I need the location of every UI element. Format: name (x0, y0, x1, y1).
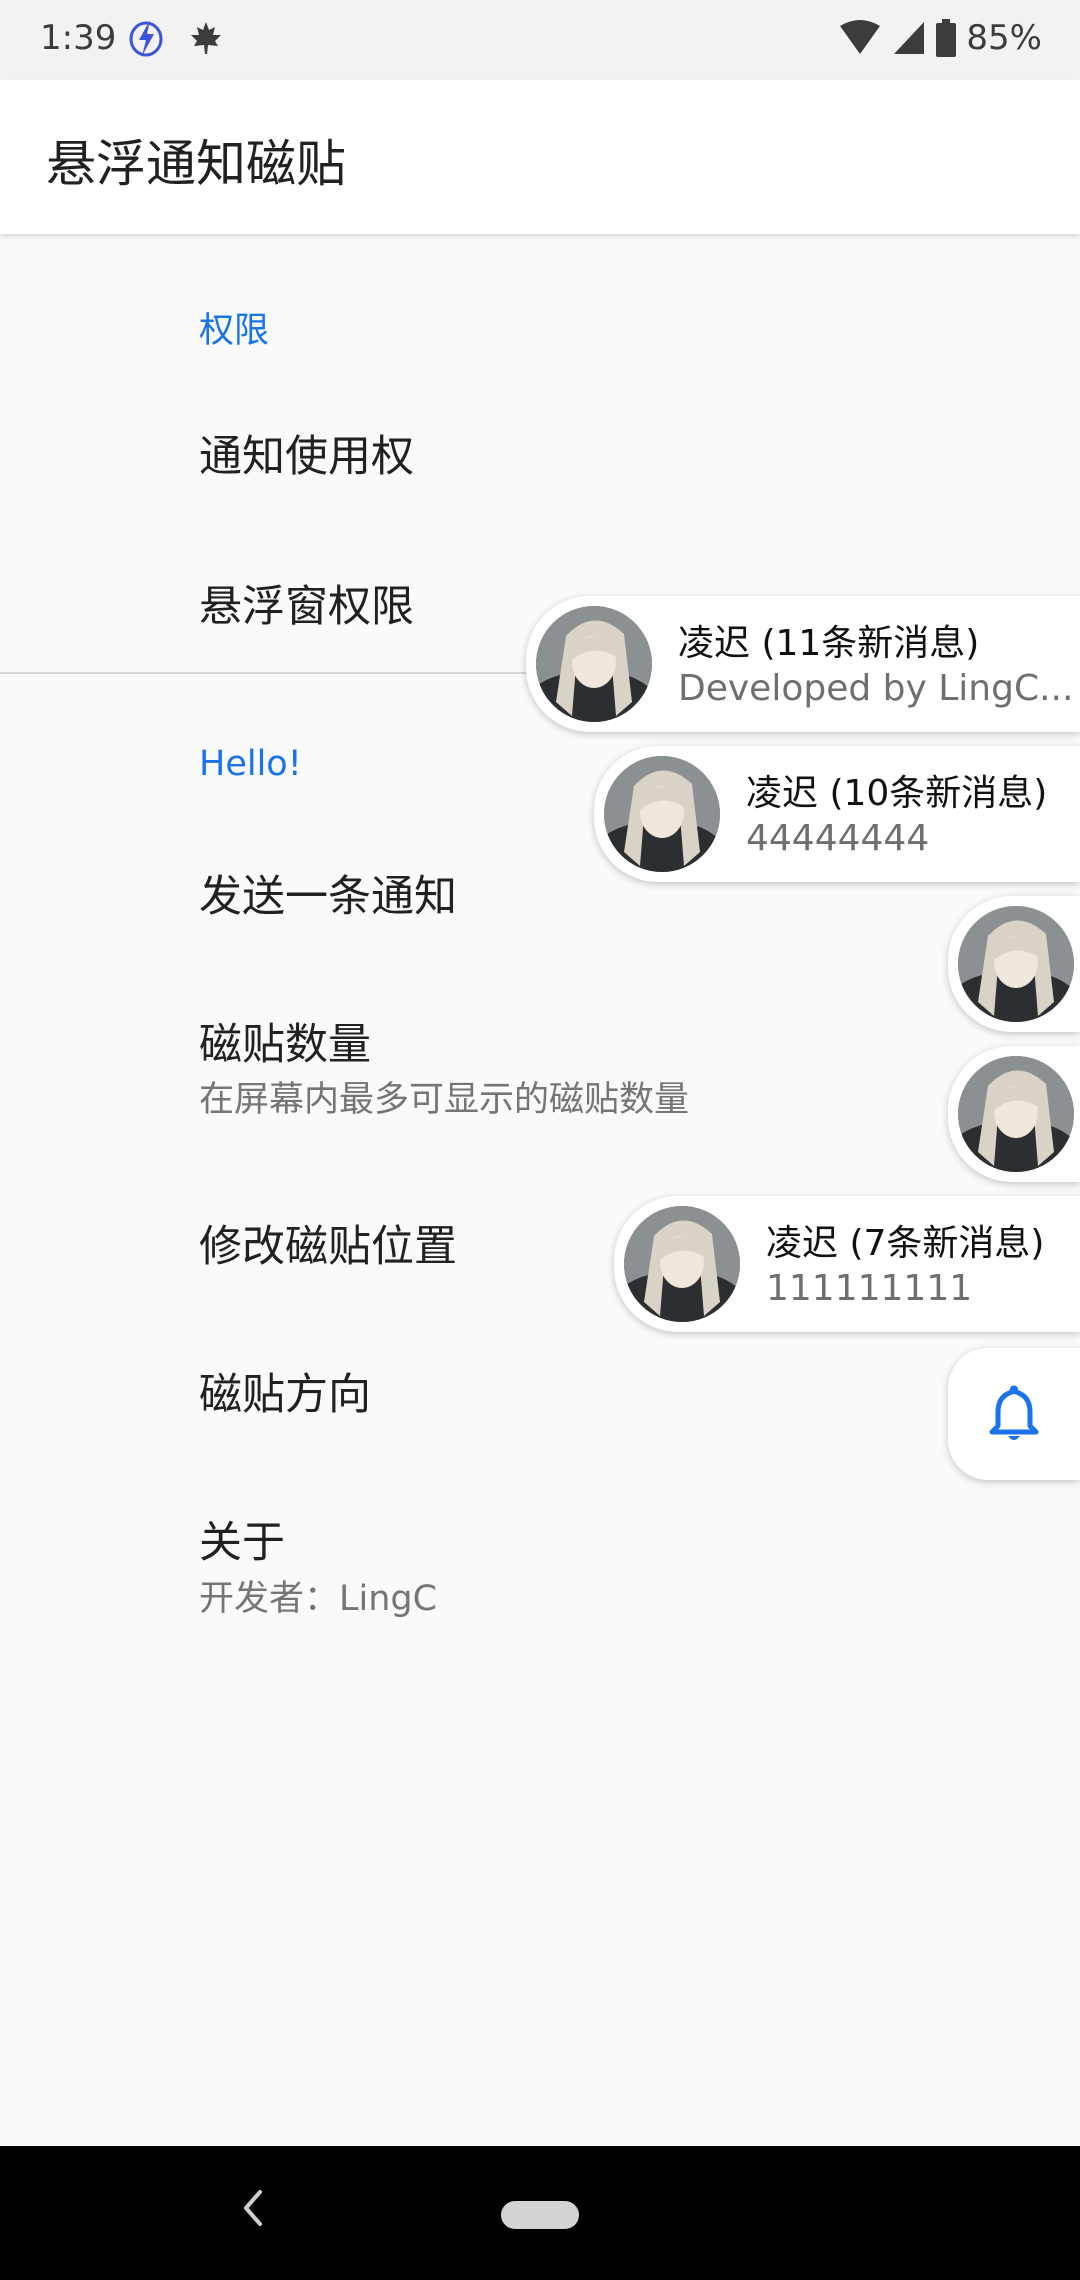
floating-tile-collapsed[interactable] (948, 896, 1080, 1032)
app-title: 悬浮通知磁贴 (46, 135, 346, 193)
screen: 1:39 85% 悬浮通知磁贴 权限 通知使用权 悬浮窗权限 Hello! 发送… (0, 0, 1080, 2280)
battery-percent: 85% (966, 18, 1042, 58)
status-right: 85% (838, 18, 1042, 58)
bolt-circle-icon (129, 20, 163, 57)
pref-about-summary: 开发者：LingC (199, 1579, 438, 1619)
wifi-icon (840, 20, 881, 54)
cell-signal-icon (894, 22, 925, 54)
tile-text: 44444444 (746, 818, 930, 859)
floating-tile[interactable]: 凌迟 (7条新消息) 111111111 (614, 1196, 1080, 1332)
pref-tile-count-summary: 在屏幕内最多可显示的磁贴数量 (199, 1080, 690, 1120)
pref-about[interactable]: 关于 (199, 1508, 285, 1570)
pref-tile-position[interactable]: 修改磁贴位置 (199, 1212, 457, 1274)
pref-tile-direction[interactable]: 磁贴方向 (199, 1360, 371, 1422)
tile-title: 凌迟 (11条新消息) (678, 623, 980, 664)
tile-text: Developed by LingC... (678, 668, 1074, 709)
bell-tile[interactable] (948, 1348, 1080, 1480)
category-header-hello: Hello! (199, 744, 302, 784)
battery-icon (936, 19, 957, 57)
category-header-permissions: 权限 (199, 311, 270, 351)
pref-overlay-permission[interactable]: 悬浮窗权限 (199, 572, 414, 634)
pref-send-notification[interactable]: 发送一条通知 (199, 862, 457, 924)
status-time: 1:39 (40, 18, 117, 58)
floating-tile[interactable]: 凌迟 (10条新消息) 44444444 (594, 746, 1080, 882)
floating-tile-collapsed[interactable] (948, 1046, 1080, 1182)
pref-notification-access[interactable]: 通知使用权 (199, 422, 414, 484)
avatar (604, 756, 720, 872)
maple-leaf-icon (191, 22, 221, 54)
status-bar: 1:39 85% (0, 0, 1080, 80)
back-icon[interactable] (234, 2182, 270, 2234)
home-pill-icon[interactable] (501, 2201, 579, 2229)
bell-icon (989, 1385, 1039, 1440)
avatar (958, 1056, 1074, 1172)
tile-title: 凌迟 (10条新消息) (746, 773, 1048, 814)
avatar (624, 1206, 740, 1322)
tile-title: 凌迟 (7条新消息) (766, 1223, 1045, 1264)
pref-tile-count[interactable]: 磁贴数量 (199, 1010, 371, 1072)
avatar (536, 606, 652, 722)
app-bar: 悬浮通知磁贴 (0, 80, 1080, 234)
avatar (958, 906, 1074, 1022)
tile-text: 111111111 (766, 1268, 973, 1309)
floating-tile[interactable]: 凌迟 (11条新消息) Developed by LingC... (526, 596, 1080, 732)
